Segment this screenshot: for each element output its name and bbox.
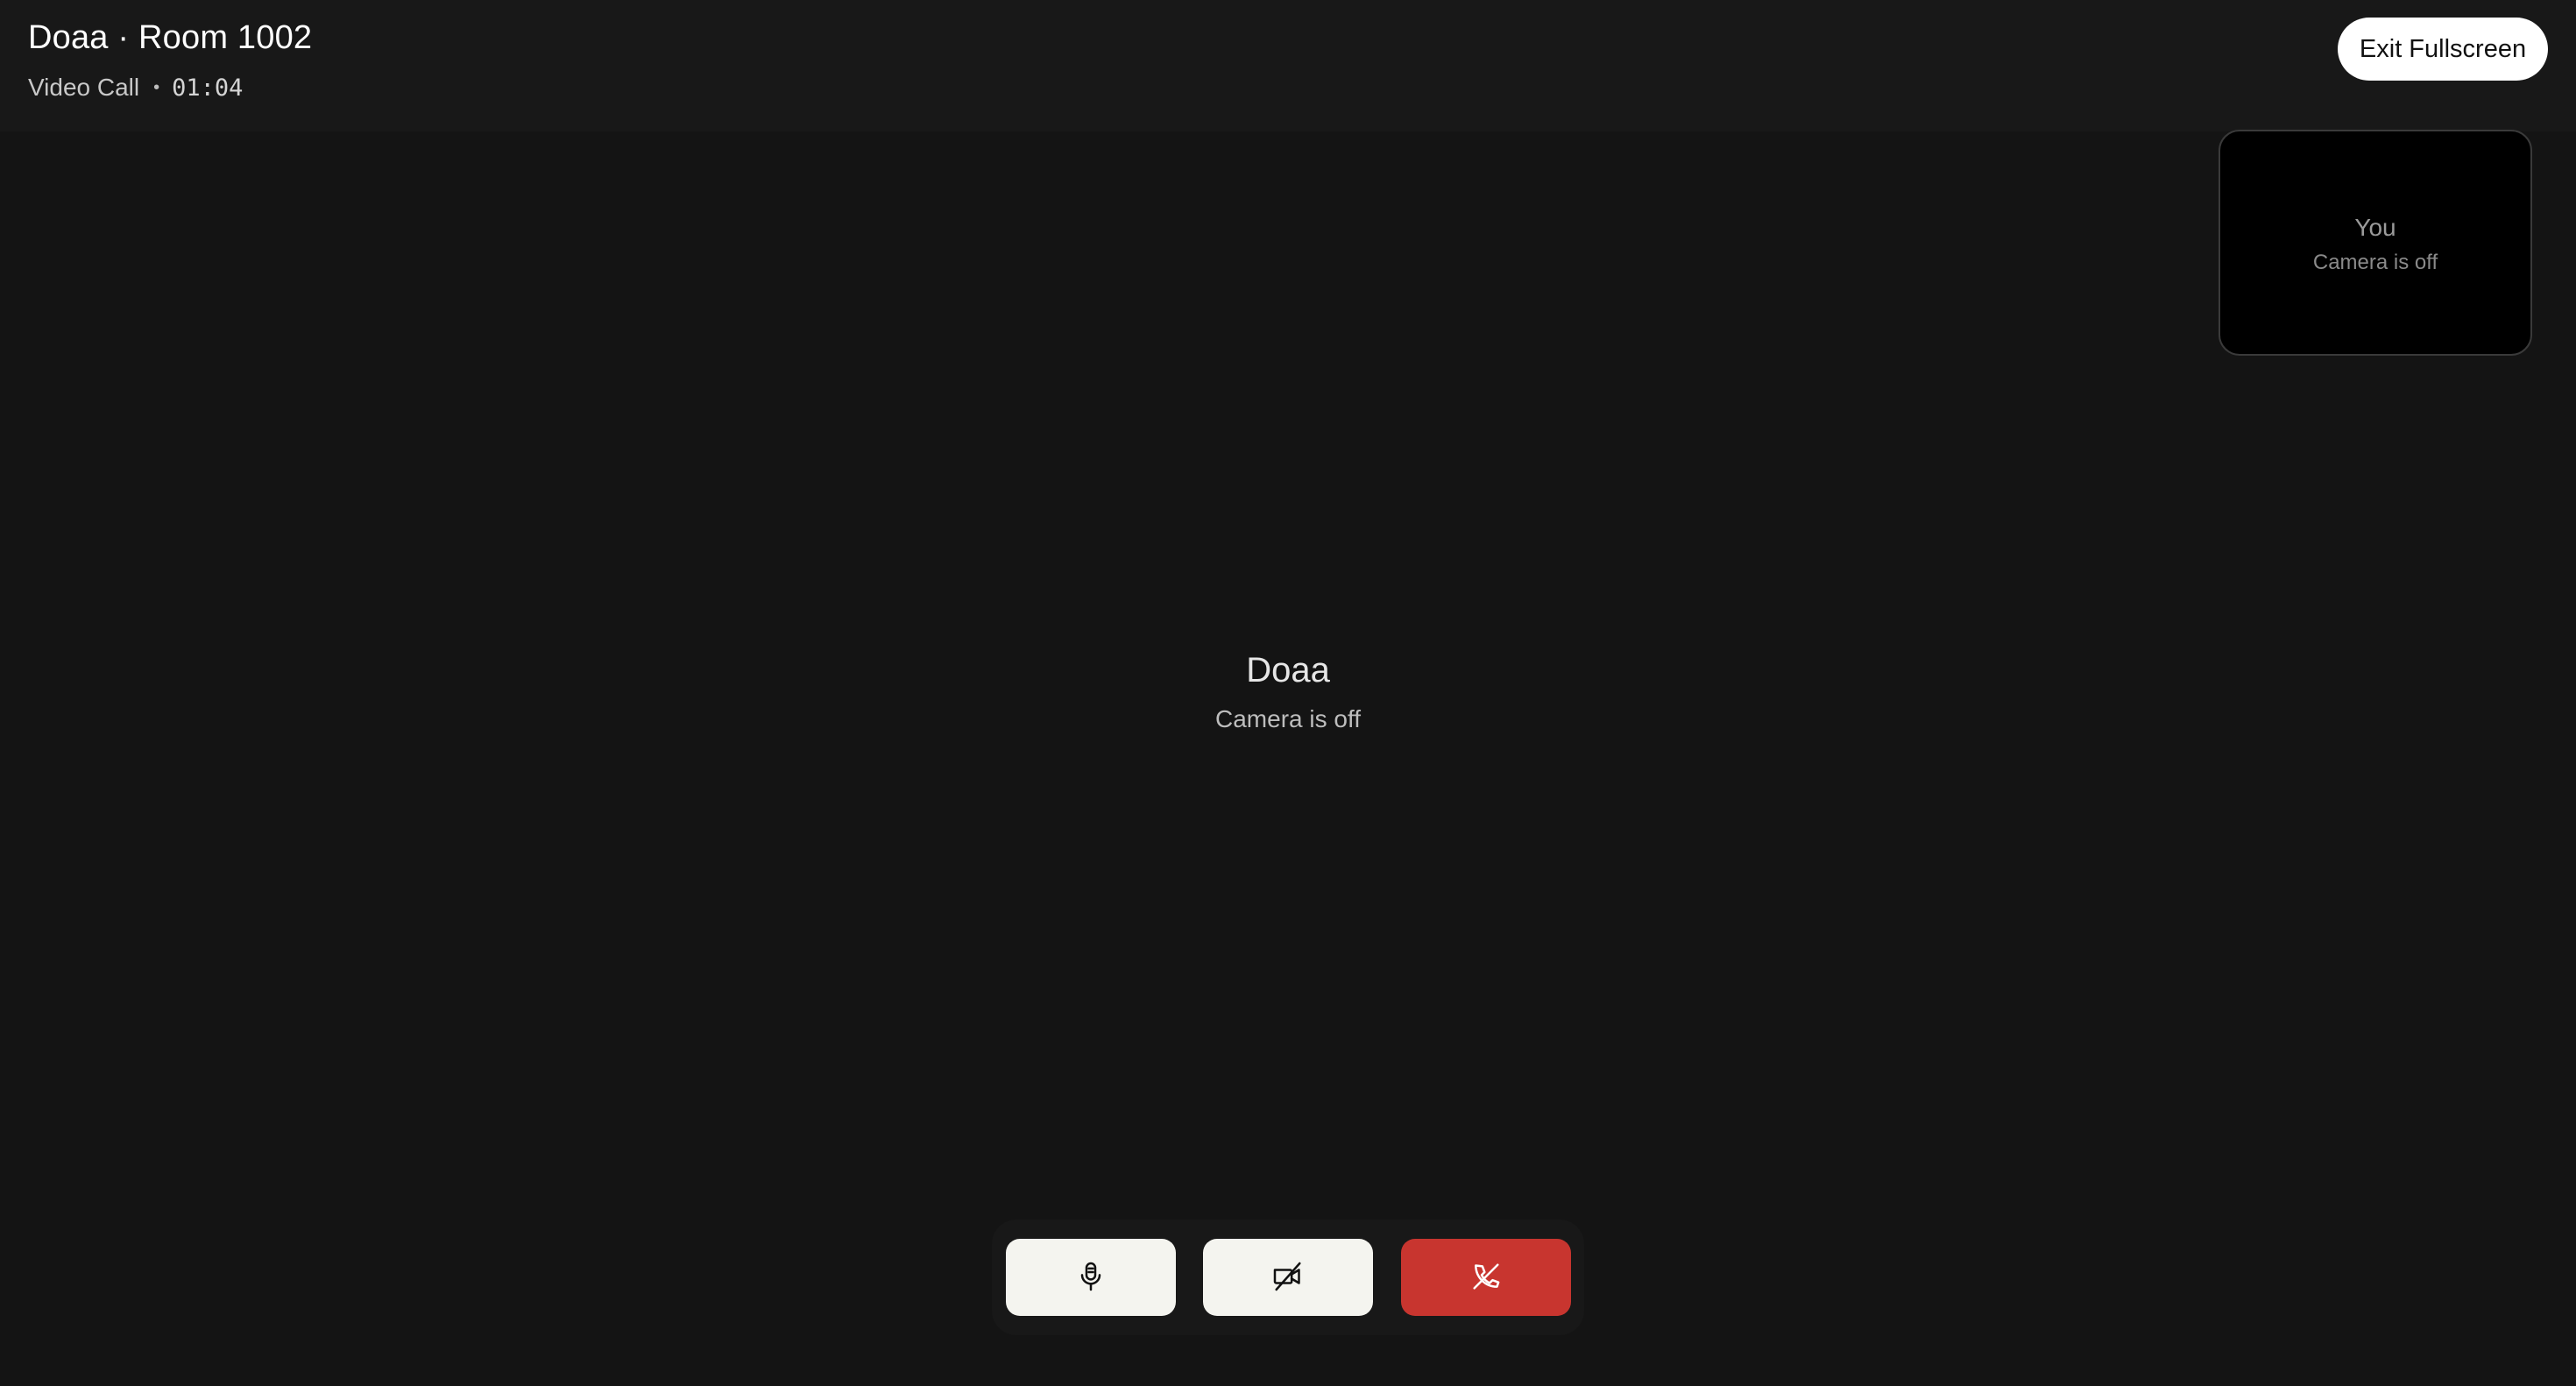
toggle-camera-button[interactable] xyxy=(1203,1239,1373,1316)
phone-hangup-icon xyxy=(1468,1259,1504,1297)
remote-camera-status: Camera is off xyxy=(1215,705,1361,732)
call-timer: 01:04 xyxy=(172,74,244,102)
microphone-icon xyxy=(1073,1259,1108,1297)
video-call-screen: Doaa · Room 1002 Video Call • 01:04 Exit… xyxy=(0,0,2576,1386)
exit-fullscreen-button[interactable]: Exit Fullscreen xyxy=(2338,18,2548,81)
remote-participant: Doaa Camera is off xyxy=(0,644,2576,733)
call-subtitle: Video Call • 01:04 xyxy=(28,74,243,102)
call-header: Doaa · Room 1002 Video Call • 01:04 Exit… xyxy=(0,0,2576,131)
self-view-camera-status: Camera is off xyxy=(2312,251,2438,274)
self-view-name: You xyxy=(2354,214,2396,241)
call-type-label: Video Call xyxy=(28,74,140,101)
call-title: Doaa · Room 1002 xyxy=(28,19,313,56)
self-view-tile[interactable]: You Camera is off xyxy=(2219,130,2532,356)
end-call-button[interactable] xyxy=(1401,1239,1571,1316)
call-controls-bar xyxy=(992,1220,1584,1335)
remote-participant-name: Doaa xyxy=(1246,651,1330,689)
mute-microphone-button[interactable] xyxy=(1006,1239,1176,1316)
separator-dot: • xyxy=(153,77,160,97)
camera-off-icon xyxy=(1270,1259,1306,1297)
